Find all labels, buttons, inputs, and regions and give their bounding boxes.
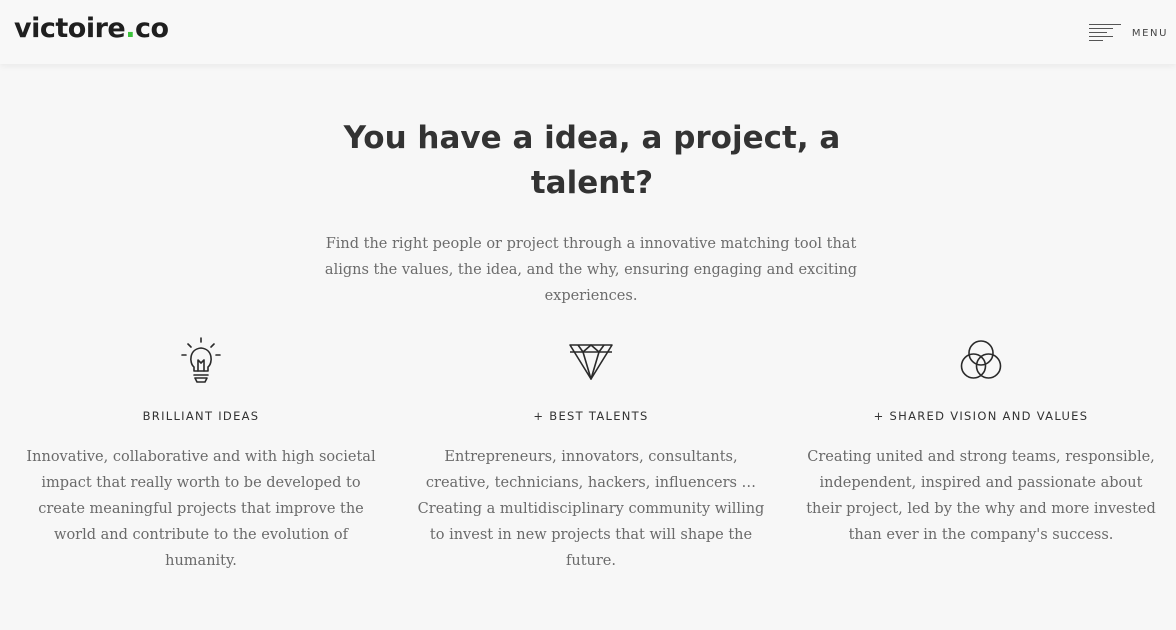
menu-button[interactable]: MENU xyxy=(1088,22,1168,44)
feature-title: + SHARED VISION AND VALUES xyxy=(873,409,1089,423)
feature-best-talents: + BEST TALENTS Entrepreneurs, innovators… xyxy=(408,336,774,574)
hero-title: You have a idea, a project, a talent? xyxy=(343,120,841,201)
feature-description: Entrepreneurs, innovators, consultants, … xyxy=(417,449,765,569)
feature-brilliant-ideas: BRILLIANT IDEAS Innovative, collaborativ… xyxy=(18,336,384,574)
feature-title: BRILLIANT IDEAS xyxy=(142,409,260,423)
feature-description: Creating united and strong teams, respon… xyxy=(806,449,1156,543)
feature-shared-vision: + SHARED VISION AND VALUES Creating unit… xyxy=(798,336,1164,548)
hamburger-menu-icon xyxy=(1088,24,1121,41)
three-circles-icon xyxy=(960,340,1002,379)
menu-label: MENU xyxy=(1131,27,1168,39)
site-logo[interactable]: victoire.co xyxy=(14,11,169,47)
logo-suffix-text: co xyxy=(134,13,169,44)
site-header: victoire.co MENU xyxy=(0,0,1176,64)
logo-main-text: victoire xyxy=(14,13,126,44)
hero-subtitle: Find the right people or project through… xyxy=(324,236,858,304)
feature-title: + BEST TALENTS xyxy=(533,409,649,423)
logo-dot: . xyxy=(125,13,135,44)
diamond-icon xyxy=(569,344,613,380)
feature-description: Innovative, collaborative and with high … xyxy=(26,449,376,569)
lightbulb-icon xyxy=(181,337,221,383)
